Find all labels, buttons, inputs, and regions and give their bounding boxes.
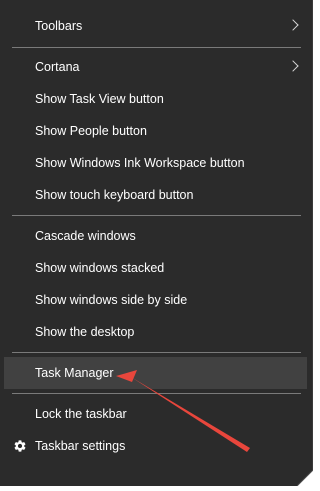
menu-item-label: Show Windows Ink Workspace button bbox=[35, 156, 245, 170]
menu-item-label: Task Manager bbox=[35, 366, 114, 380]
resize-grip bbox=[297, 470, 313, 486]
menu-item-show-desktop[interactable]: Show the desktop bbox=[4, 316, 307, 348]
menu-item-label: Show People button bbox=[35, 124, 147, 138]
chevron-right-icon bbox=[287, 60, 299, 72]
chevron-right-icon bbox=[287, 19, 299, 31]
menu-item-cortana[interactable]: Cortana bbox=[4, 51, 307, 83]
menu-item-label: Taskbar settings bbox=[35, 439, 126, 453]
menu-item-label: Cortana bbox=[35, 60, 80, 74]
gear-icon bbox=[14, 440, 26, 452]
menu-item-show-task-view[interactable]: Show Task View button bbox=[4, 83, 307, 115]
menu-separator bbox=[12, 47, 301, 48]
menu-item-show-stacked[interactable]: Show windows stacked bbox=[4, 252, 307, 284]
menu-item-taskbar-settings[interactable]: Taskbar settings bbox=[4, 430, 307, 462]
menu-item-label: Show Task View button bbox=[35, 92, 164, 106]
menu-item-cascade-windows[interactable]: Cascade windows bbox=[4, 220, 307, 252]
menu-item-show-ink-workspace[interactable]: Show Windows Ink Workspace button bbox=[4, 147, 307, 179]
menu-item-show-touch-keyboard[interactable]: Show touch keyboard button bbox=[4, 179, 307, 211]
menu-item-label: Lock the taskbar bbox=[35, 407, 127, 421]
menu-item-label: Cascade windows bbox=[35, 229, 136, 243]
menu-item-label: Show windows side by side bbox=[35, 293, 188, 307]
menu-item-show-side-by-side[interactable]: Show windows side by side bbox=[4, 284, 307, 316]
menu-item-show-people[interactable]: Show People button bbox=[4, 115, 307, 147]
page-background-strip bbox=[0, 486, 313, 491]
menu-item-label: Show windows stacked bbox=[35, 261, 165, 275]
menu-separator bbox=[12, 352, 301, 353]
menu-item-lock-taskbar[interactable]: Lock the taskbar bbox=[4, 398, 307, 430]
menu-item-label: Toolbars bbox=[35, 19, 83, 33]
menu-item-task-manager[interactable]: Task Manager bbox=[4, 357, 307, 389]
taskbar-context-menu: Toolbars Cortana Show Task View button S… bbox=[0, 0, 313, 486]
menu-item-label: Show touch keyboard button bbox=[35, 188, 194, 202]
menu-item-toolbars[interactable]: Toolbars bbox=[4, 10, 307, 42]
menu-separator bbox=[12, 215, 301, 216]
menu-item-label: Show the desktop bbox=[35, 325, 135, 339]
menu-separator bbox=[12, 393, 301, 394]
